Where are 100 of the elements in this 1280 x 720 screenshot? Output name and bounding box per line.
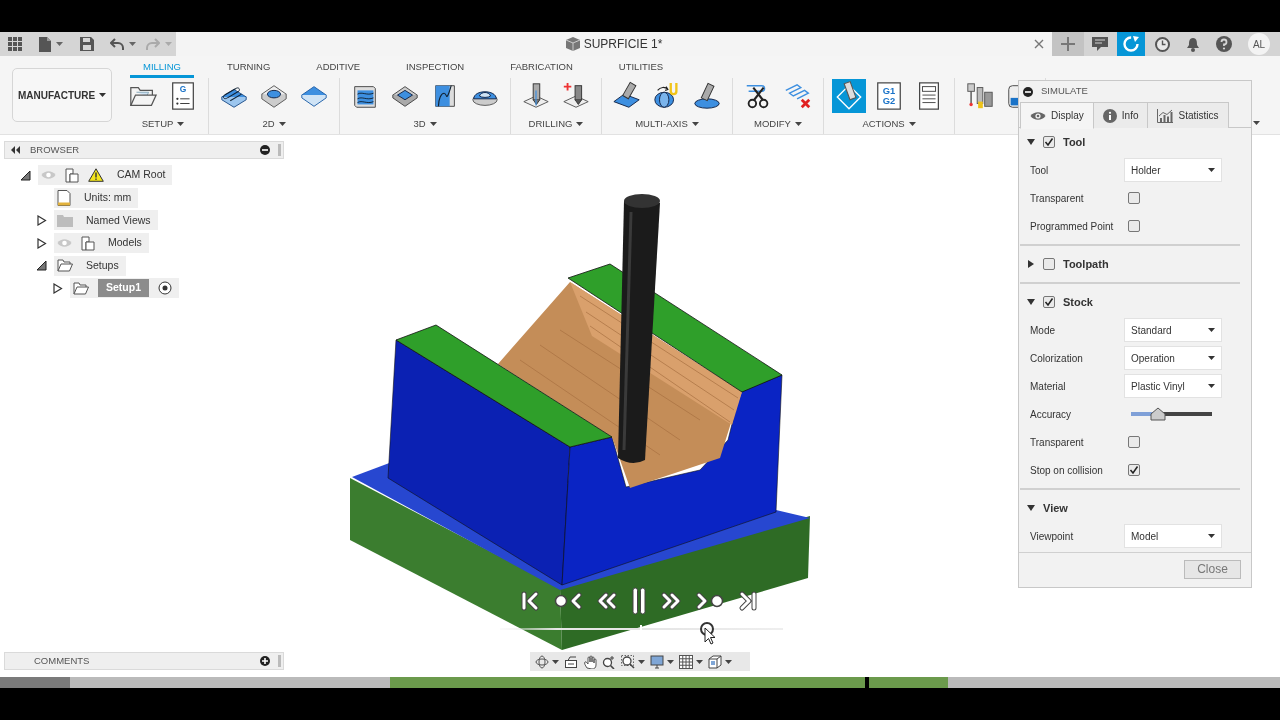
g-code-document-icon[interactable]: G1 G2 — [874, 81, 904, 111]
panel-grip-icon[interactable] — [278, 655, 281, 667]
grid-icon[interactable] — [679, 654, 693, 669]
pause-icon[interactable] — [632, 587, 646, 615]
dropdown[interactable]: Model — [1124, 524, 1222, 548]
ribbon-tab[interactable]: UTILITIES — [605, 56, 677, 78]
caret-icon — [908, 122, 916, 126]
cube-icon — [565, 37, 580, 51]
caret-icon[interactable] — [725, 659, 732, 664]
caret-icon[interactable] — [552, 659, 559, 664]
expand-triangle-icon[interactable] — [51, 282, 63, 294]
checkbox[interactable] — [1128, 192, 1140, 204]
drill-bit-plus-icon[interactable] — [561, 81, 591, 111]
ribbon-tab[interactable]: FABRICATION — [497, 56, 586, 78]
step-forward-icon[interactable] — [696, 590, 724, 612]
display-monitor-icon[interactable] — [650, 654, 664, 669]
file-icon[interactable] — [39, 36, 51, 52]
zoom-window-icon[interactable] — [621, 654, 635, 669]
collapse-arrows-icon[interactable] — [10, 146, 20, 154]
help-icon[interactable] — [1216, 36, 1232, 52]
expand-triangle-icon[interactable] — [35, 215, 47, 226]
zoom-icon[interactable] — [602, 654, 616, 669]
checkbox[interactable] — [1128, 220, 1140, 232]
tree-item[interactable]: Named Views — [54, 210, 158, 231]
bit-on-disc-icon[interactable] — [692, 81, 722, 111]
pan-hand-icon[interactable] — [583, 654, 597, 669]
disclosure-triangle-icon[interactable] — [1027, 298, 1035, 306]
workspace-menu-button[interactable]: MANUFACTURE — [12, 68, 112, 122]
save-icon[interactable] — [80, 37, 94, 51]
undo-icon[interactable] — [110, 38, 124, 50]
orbit-icon[interactable] — [535, 654, 549, 669]
viewports-cube-icon[interactable] — [708, 654, 722, 669]
target-icon[interactable] — [158, 281, 172, 296]
checkbox[interactable] — [1128, 464, 1140, 476]
dropdown[interactable]: Operation — [1124, 346, 1222, 370]
caret-icon[interactable] — [1253, 121, 1260, 125]
tree-item[interactable]: Models — [54, 233, 149, 254]
slider-thumb[interactable] — [1149, 407, 1166, 421]
checkbox[interactable] — [1128, 436, 1140, 448]
checkbox[interactable] — [1043, 136, 1055, 148]
plus-icon[interactable] — [1052, 32, 1084, 56]
component-icon[interactable] — [65, 167, 79, 183]
tilted-bit-icon[interactable] — [612, 81, 642, 111]
disclosure-triangle-icon[interactable] — [1027, 504, 1035, 512]
caret-icon[interactable] — [667, 659, 674, 664]
add-comment-icon[interactable] — [260, 656, 270, 666]
ribbon-tab[interactable]: ADDITIVE — [303, 56, 374, 78]
dropdown[interactable]: Standard — [1124, 318, 1222, 342]
step-back-icon[interactable] — [554, 590, 582, 612]
tree-item[interactable]: Setups — [54, 255, 126, 276]
dropdown[interactable]: Plastic Vinyl — [1124, 374, 1222, 398]
group-menu-button[interactable]: ACTIONS — [862, 116, 916, 132]
dropdown[interactable]: Holder — [1124, 158, 1222, 182]
group-menu-button[interactable]: DRILLING — [528, 116, 584, 132]
caret-icon — [1208, 384, 1215, 388]
group-menu-button[interactable]: SETUP — [141, 116, 185, 132]
caret-icon[interactable] — [696, 659, 703, 664]
rewind-icon[interactable] — [596, 590, 618, 612]
caret-icon[interactable] — [129, 42, 136, 46]
ribbon-tab[interactable]: TURNING — [214, 56, 284, 78]
drill-bit-icon[interactable] — [521, 81, 551, 111]
panel-tab[interactable]: Info — [1093, 102, 1149, 128]
group-menu-button[interactable]: 3D — [413, 116, 437, 132]
skip-end-icon[interactable] — [738, 590, 758, 612]
clock-icon[interactable] — [1155, 36, 1170, 52]
component-icon[interactable] — [81, 235, 95, 251]
group-menu-button[interactable]: MODIFY — [754, 116, 802, 132]
group-menu-button[interactable]: 2D — [262, 116, 286, 132]
expand-triangle-icon[interactable] — [35, 237, 47, 249]
tree-item[interactable]: Units: mm — [54, 187, 139, 208]
disclosure-triangle-icon[interactable] — [1027, 260, 1035, 268]
expand-triangle-icon[interactable] — [19, 169, 31, 181]
disclosure-triangle-icon[interactable] — [1027, 138, 1035, 146]
fast-forward-icon[interactable] — [660, 590, 682, 612]
marker-tick-icon — [640, 625, 642, 631]
panel-tab[interactable]: Statistics — [1148, 102, 1229, 128]
caret-icon — [1208, 356, 1215, 360]
checkbox[interactable] — [1043, 296, 1055, 308]
caret-icon[interactable] — [638, 659, 645, 664]
caret-icon[interactable] — [56, 42, 63, 46]
minimize-icon[interactable] — [260, 145, 270, 155]
app-grid-icon[interactable] — [8, 37, 22, 51]
comment-icon[interactable] — [1092, 37, 1108, 51]
expand-triangle-icon[interactable] — [35, 260, 47, 272]
user-avatar[interactable]: AL — [1248, 33, 1270, 55]
path-delete-icon[interactable] — [783, 81, 813, 111]
skip-start-icon[interactable] — [520, 590, 540, 612]
panel-tab[interactable]: Display — [1020, 102, 1094, 129]
tree-item[interactable]: CAM Root — [38, 165, 173, 186]
close-button[interactable]: Close — [1184, 560, 1241, 579]
bell-icon[interactable] — [1186, 36, 1200, 52]
tools-icon[interactable] — [965, 81, 995, 111]
group-menu-button[interactable]: MULTI-AXIS — [635, 116, 699, 132]
checkbox[interactable] — [1043, 258, 1055, 270]
field-label: Transparent — [1030, 435, 1085, 450]
ribbon-tab[interactable]: INSPECTION — [393, 56, 478, 78]
close-icon[interactable] — [1034, 39, 1044, 49]
panel-grip-icon[interactable] — [278, 144, 281, 156]
minimize-icon[interactable] — [1023, 86, 1033, 97]
look-at-icon[interactable] — [564, 654, 578, 669]
